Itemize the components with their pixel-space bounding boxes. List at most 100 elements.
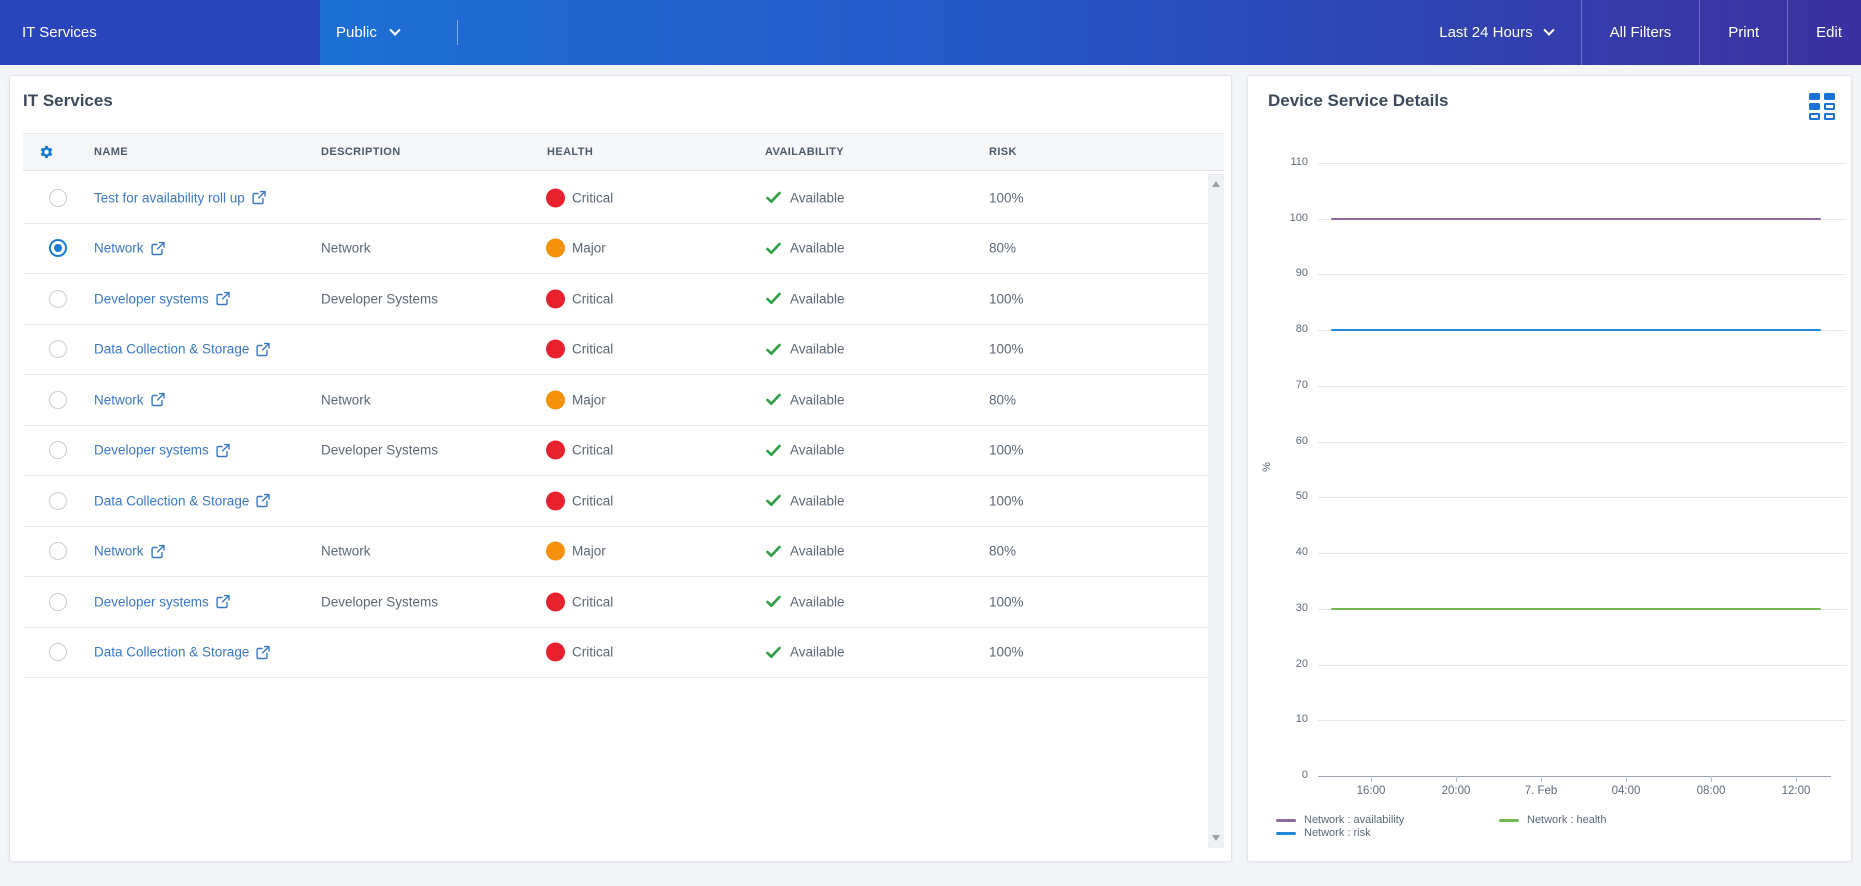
row-radio-button[interactable] <box>49 593 67 611</box>
column-header-name[interactable]: NAME <box>94 146 128 158</box>
row-radio-button[interactable] <box>49 441 67 459</box>
table-scrollbar[interactable] <box>1208 174 1224 848</box>
legend-label: Network : risk <box>1304 827 1371 839</box>
dashboard-selector-label: Public <box>336 24 377 41</box>
row-radio-button[interactable] <box>49 189 67 207</box>
external-link-icon[interactable] <box>151 241 165 255</box>
service-name-link[interactable]: Data Collection & Storage <box>94 342 249 357</box>
external-link-icon[interactable] <box>216 595 230 609</box>
external-link-icon[interactable] <box>151 544 165 558</box>
table-row[interactable]: Data Collection & Storage Critical Avail… <box>23 476 1224 527</box>
service-name-link[interactable]: Network <box>94 544 144 559</box>
external-link-icon[interactable] <box>151 393 165 407</box>
scroll-down-arrow-icon[interactable] <box>1212 835 1220 841</box>
y-axis-tick-label: 0 <box>1256 769 1308 781</box>
external-link-icon[interactable] <box>256 342 270 356</box>
service-name-link[interactable]: Developer systems <box>94 443 209 458</box>
risk-value: 100% <box>989 190 1024 205</box>
availability-check-icon <box>766 343 781 355</box>
availability-cell: Available <box>766 544 845 559</box>
x-axis-tick <box>1626 776 1627 782</box>
legend-entry[interactable]: Network : risk <box>1276 827 1371 839</box>
column-header-availability[interactable]: AVAILABILITY <box>765 146 844 158</box>
table-settings-gear-icon[interactable] <box>39 145 54 160</box>
row-radio-button[interactable] <box>49 239 67 257</box>
health-label: Major <box>572 544 606 559</box>
legend-label: Network : availability <box>1304 814 1404 826</box>
time-range-selector[interactable]: Last 24 Hours <box>1411 0 1580 65</box>
availability-check-icon <box>766 444 781 456</box>
x-axis-tick <box>1371 776 1372 782</box>
table-row[interactable]: Network Network Major Available 80% <box>23 224 1224 275</box>
row-radio-button[interactable] <box>49 290 67 308</box>
all-filters-label: All Filters <box>1610 24 1672 41</box>
legend-entry[interactable]: Network : availability <box>1276 814 1404 826</box>
service-name-link[interactable]: Data Collection & Storage <box>94 645 249 660</box>
table-row[interactable]: Network Network Major Available 80% <box>23 527 1224 578</box>
all-filters-button[interactable]: All Filters <box>1582 0 1700 65</box>
table-row[interactable]: Developer systems Developer Systems Crit… <box>23 426 1224 477</box>
external-link-icon[interactable] <box>256 494 270 508</box>
scroll-up-arrow-icon[interactable] <box>1212 181 1220 187</box>
name-cell: Data Collection & Storage <box>94 342 270 357</box>
row-radio-button[interactable] <box>49 492 67 510</box>
health-label: Critical <box>572 493 613 508</box>
row-radio-button[interactable] <box>49 391 67 409</box>
row-radio-button[interactable] <box>49 340 67 358</box>
column-header-health[interactable]: HEALTH <box>547 146 593 158</box>
x-axis-tick-label: 20:00 <box>1426 785 1486 797</box>
table-row[interactable]: Developer systems Developer Systems Crit… <box>23 274 1224 325</box>
external-link-icon[interactable] <box>216 292 230 306</box>
availability-label: Available <box>790 594 845 609</box>
print-button[interactable]: Print <box>1700 0 1787 65</box>
name-cell: Network <box>94 392 165 407</box>
y-axis-tick-label: 20 <box>1256 658 1308 670</box>
service-name-link[interactable]: Network <box>94 392 144 407</box>
service-name-link[interactable]: Test for availability roll up <box>94 190 245 205</box>
health-status-dot <box>546 441 565 460</box>
page-title: IT Services <box>22 24 97 41</box>
dashboard-selector[interactable]: Public <box>336 0 399 65</box>
row-radio-button[interactable] <box>49 542 67 560</box>
availability-cell: Available <box>766 190 845 205</box>
legend-entry[interactable]: Network : health <box>1499 814 1606 826</box>
y-axis-tick-label: 50 <box>1256 490 1308 502</box>
risk-value: 100% <box>989 493 1024 508</box>
chevron-down-icon <box>1543 24 1554 35</box>
x-axis-tick <box>1541 776 1542 782</box>
legend-swatch <box>1499 819 1519 822</box>
availability-label: Available <box>790 190 845 205</box>
service-name-link[interactable]: Developer systems <box>94 291 209 306</box>
availability-cell: Available <box>766 392 845 407</box>
service-name-link[interactable]: Developer systems <box>94 594 209 609</box>
availability-check-icon <box>766 596 781 608</box>
column-header-description[interactable]: DESCRIPTION <box>321 146 401 158</box>
external-link-icon[interactable] <box>216 443 230 457</box>
x-axis-tick-label: 04:00 <box>1596 785 1656 797</box>
availability-cell: Available <box>766 291 845 306</box>
service-name-link[interactable]: Network <box>94 241 144 256</box>
external-link-icon[interactable] <box>252 191 266 205</box>
table-row[interactable]: Developer systems Developer Systems Crit… <box>23 577 1224 628</box>
edit-button[interactable]: Edit <box>1788 0 1861 65</box>
availability-check-icon <box>766 394 781 406</box>
external-link-icon[interactable] <box>256 645 270 659</box>
table-row[interactable]: Test for availability roll up Critical A… <box>23 173 1224 224</box>
row-radio-button[interactable] <box>49 643 67 661</box>
x-axis-tick-label: 08:00 <box>1681 785 1741 797</box>
health-status-dot <box>546 239 565 258</box>
table-row[interactable]: Data Collection & Storage Critical Avail… <box>23 325 1224 376</box>
service-name-link[interactable]: Data Collection & Storage <box>94 493 249 508</box>
x-axis-tick <box>1796 776 1797 782</box>
y-axis-title: % <box>1261 462 1273 472</box>
table-row[interactable]: Network Network Major Available 80% <box>23 375 1224 426</box>
column-header-risk[interactable]: RISK <box>989 146 1017 158</box>
topbar-divider <box>457 20 458 45</box>
chevron-down-icon <box>389 24 400 35</box>
gridline <box>1318 553 1846 554</box>
health-status-dot <box>546 188 565 207</box>
table-row[interactable]: Data Collection & Storage Critical Avail… <box>23 628 1224 679</box>
table-header: NAME DESCRIPTION HEALTH AVAILABILITY RIS… <box>23 133 1224 171</box>
availability-check-icon <box>766 646 781 658</box>
x-axis-tick-label: 16:00 <box>1341 785 1401 797</box>
